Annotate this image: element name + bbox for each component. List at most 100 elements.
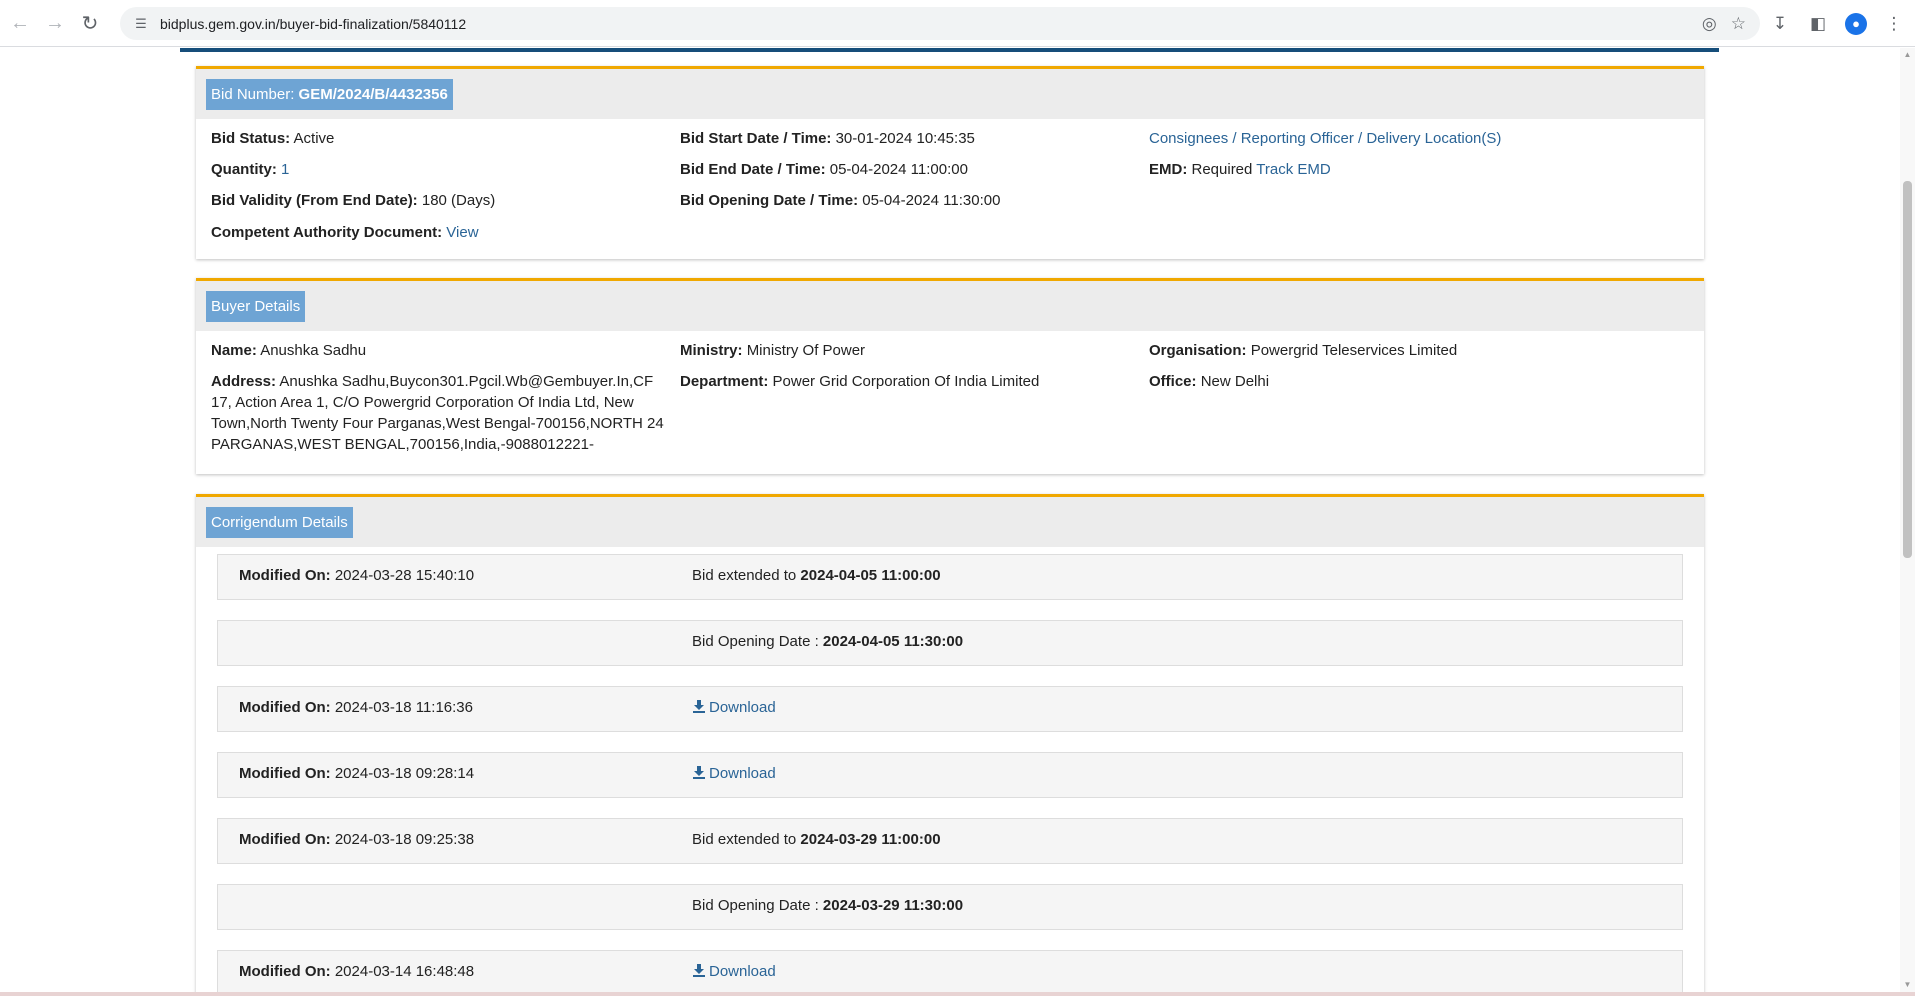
bid-status-value: Active [293, 130, 335, 147]
download-icon[interactable]: ↧ [1765, 7, 1795, 40]
bid-end-value: 05-04-2024 11:00:00 [829, 161, 968, 178]
cad-view-link[interactable]: View [446, 224, 478, 241]
ministry-label: Ministry: [680, 342, 743, 359]
eye-slash-icon[interactable]: ◎ [1702, 14, 1717, 34]
scrollbar-thumb[interactable] [1903, 181, 1912, 558]
download-label: Download [709, 765, 776, 782]
download-label: Download [709, 699, 776, 716]
change-text: Bid Opening Date : [692, 897, 823, 914]
reload-icon[interactable]: ↻ [72, 5, 108, 41]
buyer-panel: Buyer Details Name: Anushka Sadhu Addres… [196, 278, 1704, 474]
buyer-details-title: Buyer Details [206, 290, 306, 322]
modified-on-value: 2024-03-18 09:28:14 [330, 765, 475, 782]
bottom-border [0, 992, 1915, 996]
download-icon [693, 766, 705, 779]
bid-validity-value: 180 (Days) [421, 192, 496, 209]
change-text: Bid Opening Date : [692, 633, 823, 650]
star-icon[interactable]: ☆ [1731, 14, 1746, 34]
corrigendum-change: Bid extended to 2024-03-29 11:00:00 [692, 831, 941, 848]
kebab-menu-icon[interactable]: ⋮ [1879, 7, 1909, 40]
buyer-address-label: Address: [211, 373, 277, 390]
bid-panel-header: Bid Number: GEM/2024/B/4432356 [196, 69, 1704, 119]
modified-on: Modified On: 2024-03-18 09:25:38 [239, 831, 474, 848]
competent-authority-document: Competent Authority Document: View [211, 222, 479, 243]
buyer-address: Address: Anushka Sadhu,Buycon301.Pgcil.W… [211, 371, 666, 455]
bid-number-prefix: Bid Number: [211, 85, 299, 103]
forward-arrow-icon[interactable]: → [37, 5, 73, 41]
track-emd-link[interactable]: Track EMD [1256, 161, 1330, 178]
avatar: ● [1845, 12, 1867, 35]
bid-opening-label: Bid Opening Date / Time: [680, 192, 859, 209]
buyer-address-value: Anushka Sadhu,Buycon301.Pgcil.Wb@Gembuye… [211, 373, 664, 453]
scroll-up-arrow-icon[interactable]: ▲ [1903, 50, 1912, 60]
bid-status-label: Bid Status: [211, 130, 291, 147]
department-value: Power Grid Corporation Of India Limited [772, 373, 1040, 390]
corrigendum-row: Modified On: 2024-03-18 09:25:38 Bid exte… [217, 818, 1683, 864]
modified-on-value: 2024-03-18 11:16:36 [330, 699, 473, 716]
bid-end-label: Bid End Date / Time: [680, 161, 826, 178]
corrigendum-panel: Corrigendum Details Modified On: 2024-03… [196, 494, 1704, 992]
bid-start-value: 30-01-2024 10:45:35 [835, 130, 975, 147]
side-panel-icon[interactable]: ◧ [1803, 7, 1833, 40]
modified-on: Modified On: 2024-03-28 15:40:10 [239, 567, 474, 584]
quantity: Quantity: 1 [211, 159, 289, 180]
buyer-name: Name: Anushka Sadhu [211, 340, 366, 361]
bid-status: Bid Status: Active [211, 128, 334, 149]
bid-start: Bid Start Date / Time: 30-01-2024 10:45:… [680, 128, 975, 149]
site-info-icon[interactable]: ☰ [128, 16, 154, 32]
bid-opening: Bid Opening Date / Time: 05-04-2024 11:3… [680, 190, 1000, 211]
modified-on: Modified On: 2024-03-18 09:28:14 [239, 765, 474, 782]
modified-on-value: 2024-03-28 15:40:10 [330, 567, 475, 584]
corrigendum-details-title: Corrigendum Details [206, 506, 353, 538]
corrigendum-row: Modified On: 2024-03-18 09:28:14 Download [217, 752, 1683, 798]
buyer-panel-header: Buyer Details [196, 281, 1704, 331]
office-label: Office: [1149, 373, 1197, 390]
buyer-name-label: Name: [211, 342, 257, 359]
download-link[interactable]: Download [692, 699, 776, 716]
modified-on-value: 2024-03-18 09:25:38 [330, 831, 475, 848]
buyer-office: Office: New Delhi [1149, 371, 1269, 392]
corrigendum-row: Bid Opening Date : 2024-04-05 11:30:00 [217, 620, 1683, 666]
header-strip [180, 48, 1719, 52]
page-scrollbar[interactable]: ▲ ▼ [1900, 48, 1915, 992]
scroll-down-arrow-icon[interactable]: ▼ [1903, 980, 1912, 990]
modified-on-label: Modified On: [239, 963, 331, 980]
profile-button[interactable]: ● [1841, 7, 1871, 40]
bid-opening-value: 05-04-2024 11:30:00 [862, 192, 1001, 209]
corrigendum-panel-header: Corrigendum Details [196, 497, 1704, 547]
bid-number-title: Bid Number: GEM/2024/B/4432356 [206, 78, 453, 110]
download-link[interactable]: Download [692, 765, 776, 782]
consignees-link[interactable]: Consignees / Reporting Officer / Deliver… [1149, 130, 1501, 147]
download-label: Download [709, 963, 776, 980]
change-text: Bid extended to [692, 567, 801, 584]
consignees: Consignees / Reporting Officer / Deliver… [1149, 128, 1501, 149]
download-icon [693, 700, 705, 713]
address-bar[interactable]: ☰ bidplus.gem.gov.in/buyer-bid-finalizat… [120, 7, 1760, 40]
modified-on: Modified On: 2024-03-18 11:16:36 [239, 699, 473, 716]
corrigendum-change: Bid Opening Date : 2024-04-05 11:30:00 [692, 633, 963, 650]
buyer-name-value: Anushka Sadhu [260, 342, 367, 359]
corrigendum-change: Bid extended to 2024-04-05 11:00:00 [692, 567, 941, 584]
page-content: Bid Number: GEM/2024/B/4432356 Bid Statu… [0, 48, 1900, 992]
change-date: 2024-04-05 11:30:00 [822, 633, 964, 650]
url-text[interactable]: bidplus.gem.gov.in/buyer-bid-finalizatio… [160, 16, 466, 32]
browser-toolbar: ← → ↻ ☰ bidplus.gem.gov.in/buyer-bid-fin… [0, 0, 1915, 47]
change-text: Bid extended to [692, 831, 801, 848]
quantity-link[interactable]: 1 [281, 161, 289, 178]
emd-label: EMD: [1149, 161, 1188, 178]
download-link[interactable]: Download [692, 963, 776, 980]
emd-value: Required [1191, 161, 1253, 178]
modified-on-label: Modified On: [239, 765, 331, 782]
modified-on: Modified On: 2024-03-14 16:48:48 [239, 963, 474, 980]
buyer-organisation: Organisation: Powergrid Teleservices Lim… [1149, 340, 1457, 361]
corrigendum-row: Modified On: 2024-03-14 16:48:48 Download [217, 950, 1683, 992]
change-date: 2024-04-05 11:00:00 [800, 567, 941, 584]
bid-validity: Bid Validity (From End Date): 180 (Days) [211, 190, 495, 211]
download-icon [693, 964, 705, 977]
change-date: 2024-03-29 11:30:00 [822, 897, 964, 914]
cad-label: Competent Authority Document: [211, 224, 443, 241]
back-arrow-icon[interactable]: ← [2, 5, 38, 41]
department-label: Department: [680, 373, 769, 390]
bid-start-label: Bid Start Date / Time: [680, 130, 832, 147]
bid-validity-label: Bid Validity (From End Date): [211, 192, 418, 209]
